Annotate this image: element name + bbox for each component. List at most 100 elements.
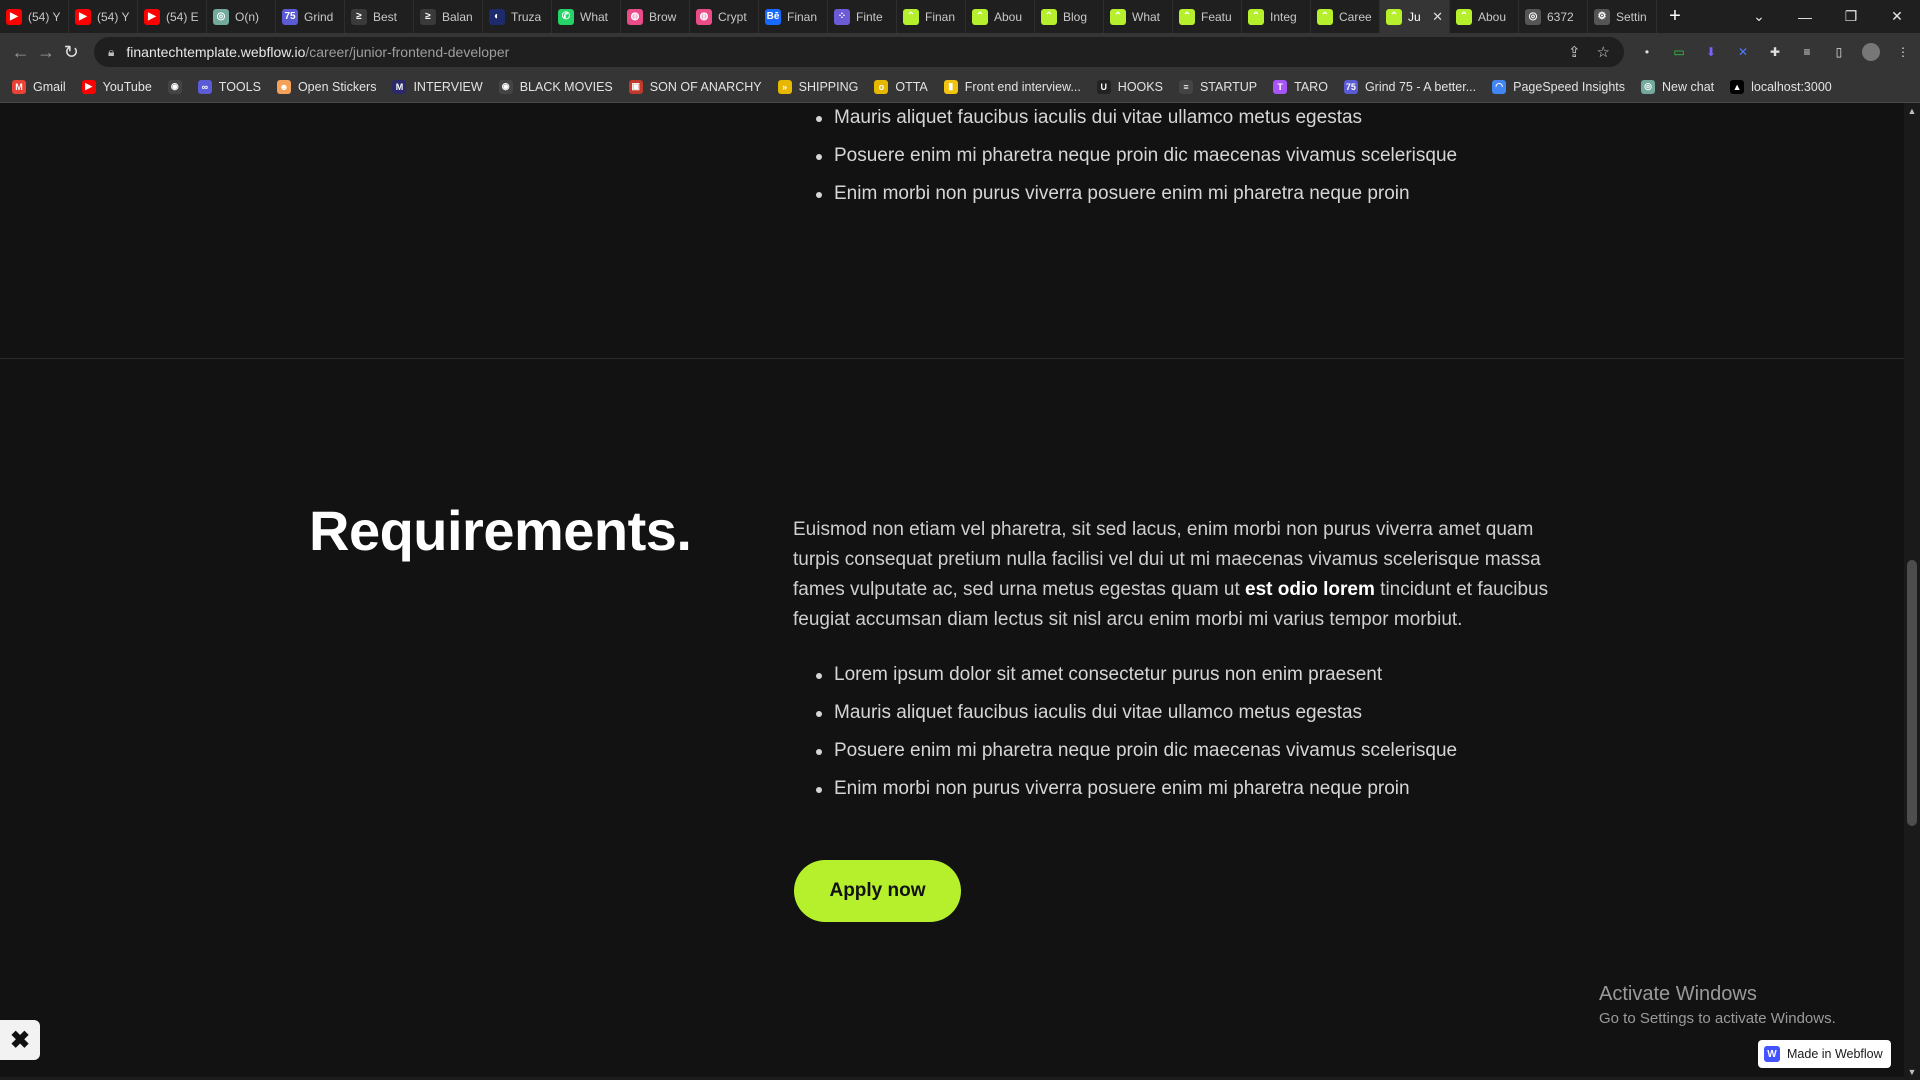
browser-tab[interactable]: ▶ (54) Y xyxy=(0,0,69,33)
tab-list: ▶ (54) Y ▶ (54) Y ▶ (54) E ◎ O(n) 75 Grind ≥ Best ≥ B… xyxy=(0,0,1657,33)
bookmark-item[interactable]: o OTTA xyxy=(874,79,928,94)
chatgpt-icon: ◎ xyxy=(1641,79,1656,94)
share-icon[interactable]: ⇪ xyxy=(1568,43,1581,61)
restore-button[interactable]: ❐ xyxy=(1828,0,1874,33)
browser-tab[interactable]: ◍ Crypt xyxy=(690,0,759,33)
bookmark-item[interactable]: M Gmail xyxy=(12,79,66,94)
apply-now-button[interactable]: Apply now xyxy=(794,860,961,922)
taro-icon: T xyxy=(1273,79,1288,94)
forward-button[interactable]: → xyxy=(33,36,58,68)
activate-windows-watermark: Activate Windows Go to Settings to activ… xyxy=(1599,983,1836,1027)
browser-tab[interactable]: ≥ Best xyxy=(345,0,414,33)
browser-tab[interactable]: ⚙ Settin xyxy=(1588,0,1657,33)
bookmark-label: TARO xyxy=(1294,79,1328,94)
youtube-icon: ▶ xyxy=(75,8,91,25)
browser-tab[interactable]: ◎ 6372 xyxy=(1519,0,1588,33)
browser-tab[interactable]: ◎ O(n) xyxy=(207,0,276,33)
menu-kebab-icon[interactable]: ⋮ xyxy=(1894,43,1912,61)
bookmark-item[interactable]: 75 Grind 75 - A better... xyxy=(1343,79,1476,94)
tab-title: (54) Y xyxy=(97,9,130,24)
browser-tab[interactable]: ▶ (54) Y xyxy=(69,0,138,33)
extension-green-icon[interactable]: ▭ xyxy=(1670,43,1688,61)
browser-tab[interactable]: ◍ Brow xyxy=(621,0,690,33)
browser-tab[interactable]: ⌃ Caree xyxy=(1311,0,1380,33)
bookmark-item[interactable]: ◉ BLACK MOVIES xyxy=(498,79,613,94)
window-controls: ⌄ — ❐ ✕ xyxy=(1736,0,1920,33)
paragraph-bold-text: est odio lorem xyxy=(1245,579,1375,600)
tab-title: Finte xyxy=(856,9,883,24)
bookmark-item[interactable]: ∞ TOOLS xyxy=(197,79,261,94)
reading-list-icon[interactable]: ≡ xyxy=(1798,43,1816,61)
extension-dot-icon[interactable]: • xyxy=(1638,43,1656,61)
bookmark-item[interactable]: ▣ SON OF ANARCHY xyxy=(628,79,762,94)
side-panel-icon[interactable]: ▯ xyxy=(1830,43,1848,61)
browser-tab[interactable]: ⌃ Abou xyxy=(966,0,1035,33)
browser-tab[interactable]: ≥ Balan xyxy=(414,0,483,33)
bookmark-item[interactable]: ≡ STARTUP xyxy=(1178,79,1257,94)
url-omnibox[interactable]: 🔒︎ finantechtemplate.webflow.io/career/j… xyxy=(93,37,1624,67)
browser-tab[interactable]: 75 Grind xyxy=(276,0,345,33)
site-icon: ◐ xyxy=(489,8,505,25)
dribbble-icon: ◍ xyxy=(627,8,643,25)
scroll-up-arrow-icon[interactable]: ▲ xyxy=(1904,103,1920,119)
bookmark-item[interactable]: T TARO xyxy=(1273,79,1328,94)
webflow-template-icon: ⌃ xyxy=(1179,8,1195,25)
bookmark-label: SHIPPING xyxy=(798,79,859,94)
bookmark-item[interactable]: U HOOKS xyxy=(1096,79,1163,94)
profile-avatar-icon[interactable] xyxy=(1861,43,1880,61)
grid-icon: ⁘ xyxy=(834,8,850,25)
bookmark-item[interactable]: ◉ xyxy=(167,79,182,94)
browser-tab[interactable]: ✆ What xyxy=(552,0,621,33)
bookmark-item[interactable]: ▮ Front end interview... xyxy=(943,79,1081,94)
bookmark-item[interactable]: ◎ New chat xyxy=(1641,79,1714,94)
browser-tab[interactable]: ⌃ Blog xyxy=(1035,0,1104,33)
bookmark-item[interactable]: » SHIPPING xyxy=(777,79,859,94)
new-tab-button[interactable]: + xyxy=(1657,0,1693,33)
browser-tab[interactable]: ⌃ Integ xyxy=(1242,0,1311,33)
extensions-area: • ▭ ⬇ ✕ ✚ ≡ ▯ ⋮ xyxy=(1638,43,1912,61)
bookmark-item[interactable]: M INTERVIEW xyxy=(392,79,483,94)
bookmark-label: OTTA xyxy=(895,79,928,94)
reload-button[interactable]: ↻ xyxy=(59,36,84,68)
browser-tab[interactable]: ⌃ What xyxy=(1104,0,1173,33)
activate-subtitle: Go to Settings to activate Windows. xyxy=(1599,1010,1836,1027)
stickers-icon: ☻ xyxy=(276,79,291,94)
grind75-icon: 75 xyxy=(282,8,298,25)
vertical-scrollbar[interactable]: ▲ ▼ xyxy=(1904,103,1920,1080)
tab-title: Blog xyxy=(1063,9,1088,24)
tab-title: (54) E xyxy=(166,9,199,24)
close-icon[interactable]: ✖ xyxy=(0,1020,40,1060)
tab-close-icon[interactable]: ✕ xyxy=(1432,9,1443,25)
tab-strip: ▶ (54) Y ▶ (54) Y ▶ (54) E ◎ O(n) 75 Grind ≥ Best ≥ B… xyxy=(0,0,1920,33)
browser-tab[interactable]: ◐ Truza xyxy=(483,0,552,33)
browser-tab[interactable]: ⌃ Ju ✕ xyxy=(1380,0,1450,33)
bookmark-label: BLACK MOVIES xyxy=(519,79,613,94)
extension-download-icon[interactable]: ⬇ xyxy=(1702,43,1720,61)
minimize-button[interactable]: — xyxy=(1782,0,1828,33)
browser-tab[interactable]: ⁘ Finte xyxy=(828,0,897,33)
browser-tab[interactable]: ▶ (54) E xyxy=(138,0,207,33)
bookmarks-bar: M Gmail ▶ YouTube ◉ ∞ TOOLS ☻ Open Stickers M INTE… xyxy=(0,71,1920,103)
webflow-logo-icon: W xyxy=(1764,1046,1780,1062)
browser-tab[interactable]: ⌃ Finan xyxy=(897,0,966,33)
lock-icon: 🔒︎ xyxy=(107,44,115,59)
made-in-webflow-badge[interactable]: W Made in Webflow xyxy=(1758,1040,1891,1068)
scroll-thumb[interactable] xyxy=(1907,560,1917,826)
bookmark-item[interactable]: ▲ localhost:3000 xyxy=(1730,79,1832,94)
bookmark-star-icon[interactable]: ☆ xyxy=(1597,43,1610,61)
tab-title: Crypt xyxy=(718,9,747,24)
scroll-down-arrow-icon[interactable]: ▼ xyxy=(1904,1064,1920,1080)
browser-tab[interactable]: ⌃ Featu xyxy=(1173,0,1242,33)
back-button[interactable]: ← xyxy=(8,36,33,68)
extension-x-icon[interactable]: ✕ xyxy=(1734,43,1752,61)
extensions-puzzle-icon[interactable]: ✚ xyxy=(1766,43,1784,61)
close-window-button[interactable]: ✕ xyxy=(1874,0,1920,33)
bookmark-item[interactable]: ☻ Open Stickers xyxy=(276,79,376,94)
tab-search-chevron-icon[interactable]: ⌄ xyxy=(1736,0,1782,33)
bookmark-item[interactable]: ▶ YouTube xyxy=(81,79,152,94)
bookmark-item[interactable]: ◠ PageSpeed Insights xyxy=(1492,79,1625,94)
browser-tab[interactable]: Bē Finan xyxy=(759,0,828,33)
dribbble-icon: ◍ xyxy=(696,8,712,25)
browser-tab[interactable]: ⌃ Abou xyxy=(1450,0,1519,33)
site-icon: ≥ xyxy=(420,8,436,25)
